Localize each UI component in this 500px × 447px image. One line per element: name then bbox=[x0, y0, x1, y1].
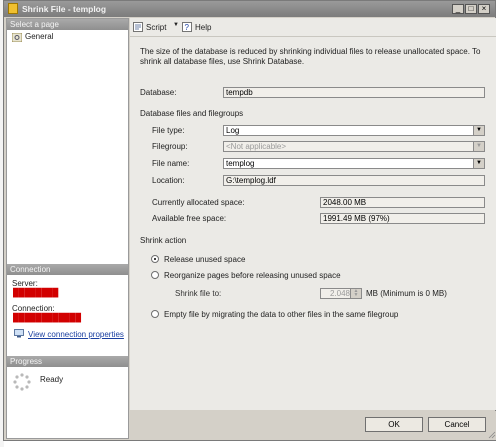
right-panel: Script ▼ ? Help The size of the database… bbox=[130, 18, 496, 410]
page-item-general[interactable]: General bbox=[11, 32, 69, 43]
help-icon: ? bbox=[182, 22, 192, 32]
close-button[interactable]: × bbox=[478, 4, 490, 14]
select-page-header: Select a page bbox=[7, 19, 128, 30]
location-label: Location: bbox=[152, 176, 185, 185]
database-field: tempdb bbox=[223, 87, 485, 98]
filegroup-dropdown: <Not applicable> ▼ bbox=[223, 141, 485, 152]
file-name-dropdown[interactable]: templog ▼ bbox=[223, 158, 485, 169]
button-bar: OK Cancel bbox=[130, 411, 496, 440]
page-item-label: General bbox=[25, 32, 54, 41]
chevron-down-icon[interactable]: ▼ bbox=[173, 22, 179, 28]
free-space-label: Available free space: bbox=[152, 214, 227, 223]
server-value-redacted: ████████ bbox=[13, 288, 59, 297]
connection-label: Connection: bbox=[12, 304, 55, 313]
file-name-value: templog bbox=[226, 159, 255, 168]
title-bar[interactable]: Shrink File - templog _ □ × bbox=[4, 1, 495, 17]
shrink-file-dialog: Shrink File - templog _ □ × Select a pag… bbox=[3, 0, 496, 441]
progress-header: Progress bbox=[7, 356, 128, 367]
toolbar: Script ▼ ? Help bbox=[130, 18, 496, 37]
file-type-value: Log bbox=[226, 126, 240, 135]
location-field: G:\templog.ldf bbox=[223, 175, 485, 186]
server-label: Server: bbox=[12, 279, 38, 288]
help-button[interactable]: Help bbox=[195, 23, 211, 32]
filegroup-label: Filegroup: bbox=[152, 142, 188, 151]
files-group-label: Database files and filegroups bbox=[140, 109, 244, 118]
left-panel: Select a page General Connection Server:… bbox=[6, 18, 129, 439]
chevron-down-icon[interactable]: ▼ bbox=[473, 126, 484, 135]
database-icon bbox=[8, 3, 18, 14]
chevron-down-icon[interactable]: ▼ bbox=[473, 159, 484, 168]
cancel-button[interactable]: Cancel bbox=[428, 417, 486, 432]
script-button[interactable]: Script bbox=[146, 23, 166, 32]
progress-status: Ready bbox=[40, 375, 64, 384]
svg-text:?: ? bbox=[185, 23, 190, 32]
file-type-label: File type: bbox=[152, 126, 185, 135]
file-name-label: File name: bbox=[152, 159, 190, 168]
connection-header: Connection bbox=[7, 264, 128, 275]
maximize-button[interactable]: □ bbox=[465, 4, 477, 14]
filegroup-value: <Not applicable> bbox=[226, 142, 287, 151]
resize-grip-icon[interactable] bbox=[488, 431, 496, 439]
release-unused-space-label[interactable]: Release unused space bbox=[164, 255, 245, 264]
empty-file-label[interactable]: Empty file by migrating the data to othe… bbox=[164, 310, 398, 319]
release-unused-space-radio[interactable] bbox=[151, 255, 159, 263]
shrink-to-value: 2.048 bbox=[329, 289, 350, 298]
shrink-to-label: Shrink file to: bbox=[175, 289, 222, 298]
description-text: The size of the database is reduced by s… bbox=[140, 47, 481, 66]
allocated-space-field: 2048.00 MB bbox=[320, 197, 485, 208]
shrink-to-unit: MB (Minimum is 0 MB) bbox=[366, 289, 447, 298]
database-label: Database: bbox=[140, 88, 177, 97]
spin-arrows-icon: ▲ ▼ bbox=[350, 289, 361, 298]
shrink-to-stepper: 2.048 ▲ ▼ bbox=[320, 288, 362, 299]
gear-icon bbox=[12, 33, 22, 42]
ok-button[interactable]: OK bbox=[365, 417, 423, 432]
free-space-field: 1991.49 MB (97%) bbox=[320, 213, 485, 224]
reorganize-pages-radio[interactable] bbox=[151, 271, 159, 279]
file-type-dropdown[interactable]: Log ▼ bbox=[223, 125, 485, 136]
connection-value-redacted: ████████████ bbox=[13, 313, 82, 322]
shrink-action-label: Shrink action bbox=[140, 236, 187, 245]
progress-spinner-icon bbox=[13, 373, 31, 391]
script-icon bbox=[133, 22, 143, 32]
connection-properties-icon bbox=[14, 329, 24, 338]
empty-file-radio[interactable] bbox=[151, 310, 159, 318]
window-title: Shrink File - templog bbox=[22, 4, 107, 14]
minimize-button[interactable]: _ bbox=[452, 4, 464, 14]
reorganize-pages-label[interactable]: Reorganize pages before releasing unused… bbox=[164, 271, 341, 280]
view-connection-properties-link[interactable]: View connection properties bbox=[28, 330, 124, 339]
chevron-down-icon: ▼ bbox=[473, 142, 484, 151]
allocated-space-label: Currently allocated space: bbox=[152, 198, 245, 207]
